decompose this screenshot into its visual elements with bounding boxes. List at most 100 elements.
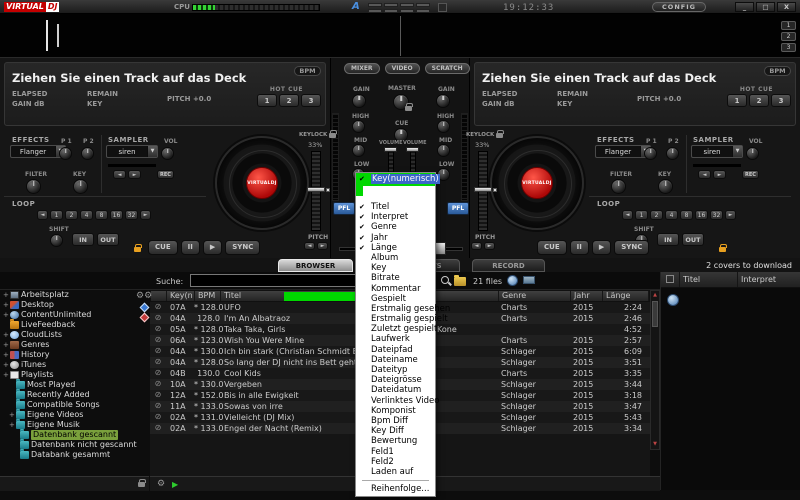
sidelist-column-titel[interactable]: Titel xyxy=(679,272,737,287)
crossfader-handle[interactable] xyxy=(435,242,446,255)
menu-item[interactable]: ✔ Jahr xyxy=(356,233,435,243)
loop-in-button[interactable]: IN xyxy=(657,233,679,246)
pitch-bend-minus-button[interactable]: ◄ xyxy=(304,242,315,250)
gain-left-knob[interactable] xyxy=(352,94,366,108)
sync-button[interactable]: SYNC xyxy=(614,240,650,255)
menu-item[interactable]: Laufwerk xyxy=(356,334,435,344)
zone-button-3[interactable]: 3 xyxy=(781,43,796,52)
expander-icon[interactable]: + xyxy=(3,331,9,339)
menu-item-selected[interactable]: ✔ Key(numerisch) xyxy=(356,173,440,196)
menu-item[interactable]: Bitrate xyxy=(356,273,435,283)
tab-mixer[interactable]: MIXER xyxy=(344,63,380,74)
jog-wheel[interactable]: VIRTUALDJ xyxy=(490,136,584,230)
effect-p2-knob[interactable] xyxy=(666,147,679,160)
column-laenge[interactable]: Länge xyxy=(603,291,649,301)
menu-item[interactable]: Bpm Diff xyxy=(356,416,435,426)
pitch-slider-handle[interactable] xyxy=(307,187,325,192)
cue-button[interactable]: CUE xyxy=(148,240,178,255)
scrollbar-thumb[interactable] xyxy=(652,301,658,327)
menu-item[interactable]: Key xyxy=(356,263,435,273)
gear-icon[interactable]: ⚙ xyxy=(157,479,165,490)
pfl-right-button[interactable]: PFL xyxy=(447,202,469,215)
sampler-next-button[interactable]: ► xyxy=(128,170,141,179)
sidebar-item[interactable]: + Genres xyxy=(0,340,148,350)
sidebar-item[interactable]: + Playlists xyxy=(0,370,148,380)
sidebar-item[interactable]: + Arbeitsplatz xyxy=(0,290,148,300)
expander-icon[interactable]: + xyxy=(3,341,9,349)
pitch-bend-plus-button[interactable]: ► xyxy=(484,242,495,250)
high-right-knob[interactable] xyxy=(437,120,450,133)
column-status[interactable] xyxy=(151,291,167,301)
volume-left-handle[interactable] xyxy=(384,147,397,152)
hot-cue-3-button[interactable]: 3 xyxy=(301,94,321,107)
bpm-button[interactable]: BPM xyxy=(294,66,321,76)
search-icon[interactable] xyxy=(441,276,449,284)
key-knob[interactable] xyxy=(658,179,673,194)
sampler-vol-knob[interactable] xyxy=(161,147,174,160)
maximize-button[interactable]: □ xyxy=(756,2,775,12)
jog-wheel[interactable]: VIRTUALDJ xyxy=(215,136,309,230)
hot-cue-3-button[interactable]: 3 xyxy=(771,94,791,107)
expander-icon[interactable]: + xyxy=(3,361,9,369)
folder-icon[interactable] xyxy=(454,275,466,286)
hot-cue-2-button[interactable]: 2 xyxy=(749,94,769,107)
column-bpm[interactable]: BPM xyxy=(195,291,221,301)
menu-item[interactable]: Erstmalig gesehen xyxy=(356,304,450,314)
menu-item[interactable]: Reihenfolge... xyxy=(356,484,435,494)
menu-item[interactable]: Gespielt xyxy=(356,294,435,304)
menu-item[interactable]: Feld2 xyxy=(356,457,435,467)
globe-icon[interactable] xyxy=(667,294,679,306)
gain-right-knob[interactable] xyxy=(436,94,450,108)
mid-right-knob[interactable] xyxy=(437,144,450,157)
hot-cue-1-button[interactable]: 1 xyxy=(727,94,747,107)
menu-item[interactable]: Komponist xyxy=(356,406,435,416)
sampler-rec-button[interactable]: REC xyxy=(157,170,174,179)
keylock-lock-icon[interactable] xyxy=(496,129,505,138)
loop-double-button[interactable]: ► xyxy=(725,210,736,220)
expander-icon[interactable]: + xyxy=(9,421,15,429)
chevron-down-icon[interactable]: ▼ xyxy=(147,146,157,157)
menu-item[interactable]: Laden auf xyxy=(356,467,435,477)
loop-2-button[interactable]: 2 xyxy=(650,210,663,220)
menu-item[interactable]: ✔ Länge xyxy=(356,243,435,253)
sidebar-item[interactable]: LiveFeedback xyxy=(0,319,148,330)
expander-icon[interactable]: + xyxy=(3,301,9,309)
sampler-select[interactable]: siren ▼ xyxy=(691,145,743,158)
table-scrollbar[interactable]: ▲ ▼ xyxy=(650,290,660,450)
menu-item[interactable]: Key Diff xyxy=(356,426,435,436)
play-button[interactable]: ▶ xyxy=(591,240,612,255)
menu-item[interactable]: Album xyxy=(356,253,435,263)
sampler-prev-button[interactable]: ◄ xyxy=(113,170,126,179)
sidebar-item[interactable]: Recently Added xyxy=(0,389,148,400)
menu-item[interactable]: Bewertung xyxy=(356,436,435,446)
menu-item[interactable]: Kommentar xyxy=(356,284,435,294)
column-genre[interactable]: Genre xyxy=(499,291,571,301)
loop-lock-icon[interactable] xyxy=(719,244,727,252)
column-key[interactable]: Key(n xyxy=(167,291,195,301)
loop-2-button[interactable]: 2 xyxy=(65,210,78,220)
sidebar-item[interactable]: + CloudLists xyxy=(0,330,148,340)
menu-item[interactable]: Dateigrösse xyxy=(356,375,435,385)
keylock-lock-icon[interactable] xyxy=(329,129,338,138)
cue-button[interactable]: CUE xyxy=(537,240,567,255)
tab-scratch[interactable]: SCRATCH xyxy=(424,63,470,74)
sync-button[interactable]: SYNC xyxy=(225,240,261,255)
loop-8-button[interactable]: 8 xyxy=(680,210,693,220)
menu-item[interactable]: Feld1 xyxy=(356,447,435,457)
sidebar-item[interactable]: + History xyxy=(0,350,148,360)
menu-item[interactable]: Erstmalig gespielt xyxy=(356,314,448,324)
sidebar-item[interactable]: + iTunes xyxy=(0,360,148,370)
gears-icon[interactable]: ⚙⚙ xyxy=(136,292,152,301)
stutter-button[interactable]: II xyxy=(180,240,200,255)
loop-out-button[interactable]: OUT xyxy=(682,233,704,246)
lock-icon[interactable] xyxy=(138,479,146,487)
menu-item[interactable]: Dateiname xyxy=(356,355,435,365)
high-left-knob[interactable] xyxy=(352,120,365,133)
effect-p1-knob[interactable] xyxy=(644,147,657,160)
menu-item[interactable]: Dateidatum xyxy=(356,385,435,395)
effect-p2-knob[interactable] xyxy=(81,147,94,160)
loop-16-button[interactable]: 16 xyxy=(695,210,708,220)
stutter-button[interactable]: II xyxy=(569,240,589,255)
effect-select[interactable]: Flanger ▼ xyxy=(10,145,66,158)
menu-item[interactable]: Dateipfad xyxy=(356,345,435,355)
